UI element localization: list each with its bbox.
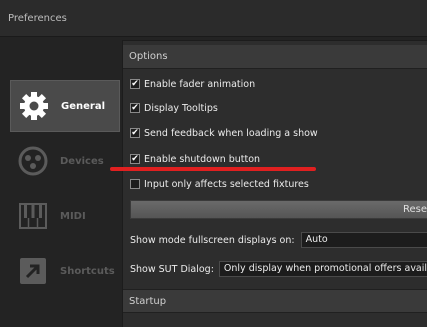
sidebar-item-midi[interactable]: MIDI [10,190,120,242]
window-title: Preferences [8,13,67,24]
options-panel: Options ✔ Enable fader animation ✔ Displ… [122,40,427,327]
sidebar-item-label: Devices [60,155,104,167]
checkbox-label: Enable shutdown button [144,153,261,165]
sut-dialog-setting: Show SUT Dialog: Only display when promo… [130,260,427,278]
piano-keys-icon [16,199,50,233]
checkbox-label: Enable fader animation [144,78,256,90]
reset-button[interactable]: Rese [130,200,427,219]
fullscreen-displays-select[interactable]: Auto [300,232,427,248]
display-tooltips-checkbox[interactable]: ✔ Display Tooltips [130,100,218,116]
checkbox-label: Send feedback when loading a show [144,127,318,139]
red-underline-annotation [110,167,316,171]
send-feedback-checkbox[interactable]: ✔ Send feedback when loading a show [130,125,318,141]
checkbox-label: Input only affects selected fixtures [144,178,309,190]
checkbox-label: Display Tooltips [144,102,218,114]
checkbox-box[interactable]: ✔ [130,154,140,164]
sidebar-item-shortcuts[interactable]: Shortcuts [10,245,120,297]
devices-icon [16,144,50,178]
sidebar-item-label: Shortcuts [60,265,115,277]
startup-group-header: Startup [123,289,427,313]
sidebar-item-devices[interactable]: Devices [10,135,120,187]
options-group-header: Options [123,45,427,69]
input-only-affects-selected-checkbox[interactable]: Input only affects selected fixtures [130,176,309,192]
sidebar-item-general[interactable]: General [10,80,120,132]
checkbox-box[interactable]: ✔ [130,128,140,138]
fullscreen-displays-setting: Show mode fullscreen displays on: Auto [130,231,427,249]
sidebar-item-label: MIDI [60,210,86,222]
sidebar: General Devices MIDI Shortcuts [0,36,122,326]
fullscreen-displays-label: Show mode fullscreen displays on: [130,234,295,246]
shortcut-arrow-icon [16,254,50,288]
checkbox-box[interactable] [130,179,140,189]
sidebar-item-label: General [61,100,105,112]
window-titlebar: Preferences [0,0,427,37]
checkbox-box[interactable]: ✔ [130,79,140,89]
enable-fader-animation-checkbox[interactable]: ✔ Enable fader animation [130,76,255,92]
sut-dialog-label: Show SUT Dialog: [130,263,214,275]
sut-dialog-select[interactable]: Only display when promotional offers ava… [218,261,427,277]
checkbox-box[interactable]: ✔ [130,103,140,113]
gear-icon [17,89,51,123]
enable-shutdown-button-checkbox[interactable]: ✔ Enable shutdown button [130,151,260,167]
